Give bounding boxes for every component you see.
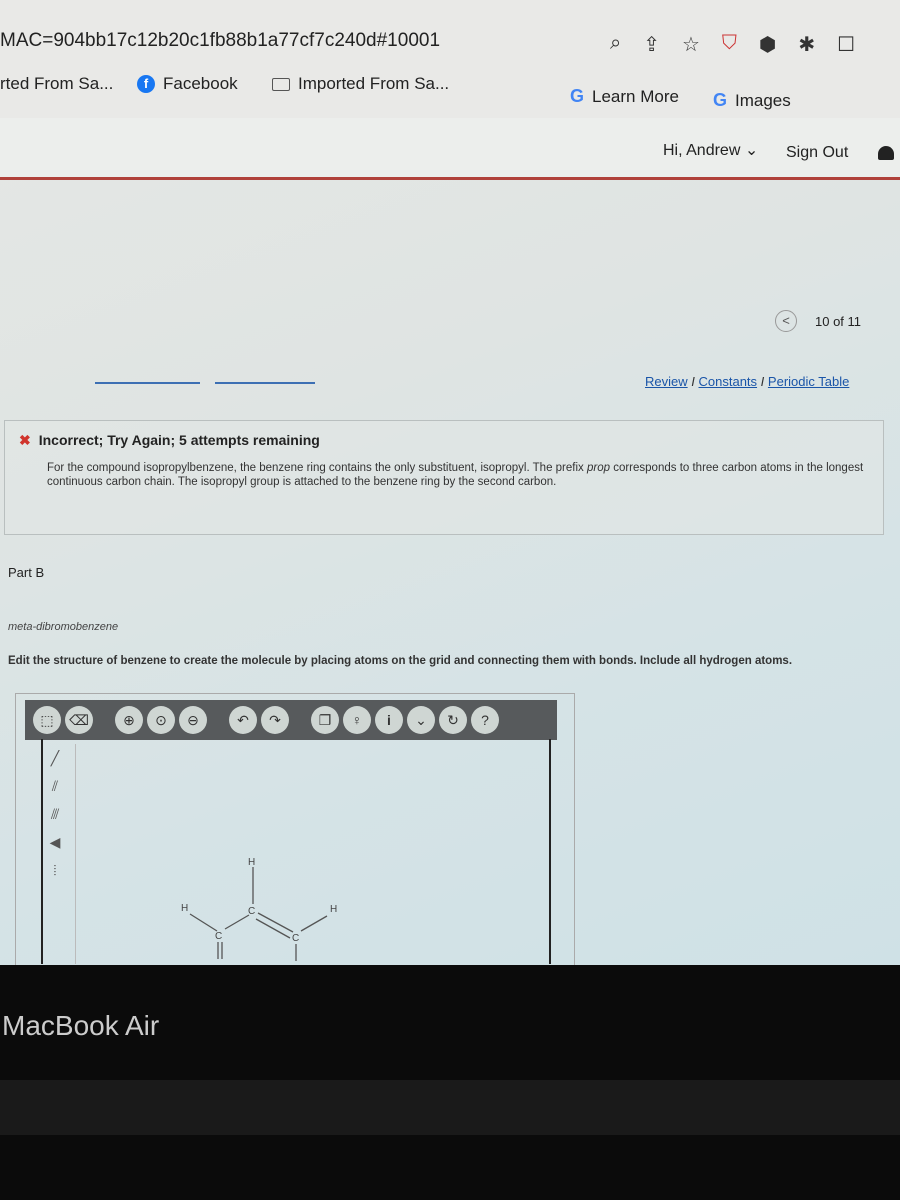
- bond: [189, 913, 218, 932]
- more-icon[interactable]: ⌄: [407, 706, 435, 734]
- bookmark-facebook[interactable]: f Facebook: [137, 74, 238, 94]
- search-icon[interactable]: ⌕: [610, 32, 621, 57]
- separator: I: [760, 374, 765, 389]
- info-icon[interactable]: i: [375, 706, 403, 734]
- bookmark-label: Imported From Sa...: [298, 74, 450, 93]
- bookmark-label: Learn More: [592, 86, 679, 106]
- zoom-in-icon[interactable]: ⊕: [115, 706, 143, 734]
- star-icon[interactable]: ☆: [682, 32, 700, 57]
- google-icon: G: [570, 86, 585, 106]
- feedback-title-text: Incorrect; Try Again; 5 attempts remaini…: [38, 432, 320, 448]
- device-label: MacBook Air: [2, 1010, 160, 1041]
- constants-link[interactable]: Constants: [699, 374, 758, 389]
- undo-icon[interactable]: ↶: [229, 706, 257, 734]
- hash-bond-icon[interactable]: ⦙: [44, 862, 66, 884]
- help-icon[interactable]: ?: [471, 706, 499, 734]
- shield-icon[interactable]: ⬢: [759, 32, 776, 57]
- separator: I: [691, 374, 695, 389]
- hint-icon[interactable]: ♀: [343, 706, 371, 734]
- pdf-icon[interactable]: ⛉: [722, 32, 737, 57]
- part-label: Part B: [8, 565, 45, 580]
- user-menu[interactable]: Hi, Andrew ⌄: [663, 140, 758, 160]
- atom-c: C: [248, 906, 255, 917]
- sign-out-link[interactable]: Sign Out: [786, 144, 848, 162]
- bond: [224, 914, 250, 930]
- bond: [300, 915, 328, 932]
- redo-icon[interactable]: ↷: [261, 706, 289, 734]
- folder-icon: [272, 77, 290, 91]
- facebook-icon: f: [137, 75, 155, 93]
- feedback-text: For the compound isopropylbenzene, the b…: [47, 462, 587, 474]
- close-x-icon: ✖: [19, 432, 31, 448]
- share-icon[interactable]: ⇪: [643, 32, 660, 57]
- copy-icon[interactable]: ❐: [311, 706, 339, 734]
- divider: [215, 382, 315, 384]
- eraser-icon[interactable]: ⌫: [65, 706, 93, 734]
- browser-chrome: MAC=904bb17c12b20c1fb88b1a77cf7c240d#100…: [0, 0, 900, 118]
- bookmark-imported-folder[interactable]: Imported From Sa...: [272, 74, 449, 94]
- zoom-fit-icon[interactable]: ⊙: [147, 706, 175, 734]
- atom-h: H: [330, 904, 337, 915]
- bookmark-label: rted From Sa...: [0, 74, 114, 93]
- bookmark-learn-more[interactable]: G Learn More: [570, 86, 679, 107]
- chevron-down-icon: ⌄: [744, 142, 759, 159]
- address-bar[interactable]: MAC=904bb17c12b20c1fb88b1a77cf7c240d#100…: [0, 30, 440, 52]
- google-icon: G: [713, 90, 728, 110]
- zoom-out-icon[interactable]: ⊖: [179, 706, 207, 734]
- puzzle-icon[interactable]: ✱: [798, 32, 815, 57]
- question-position: 10 of 11: [815, 313, 862, 329]
- previous-button[interactable]: <: [775, 310, 797, 332]
- triple-bond-icon[interactable]: ⫻: [44, 806, 66, 828]
- double-bond-icon[interactable]: ⫽: [44, 778, 66, 800]
- reset-icon[interactable]: ↻: [439, 706, 467, 734]
- keyboard-area: [0, 1080, 900, 1135]
- atom-h: H: [248, 857, 255, 868]
- bell-icon[interactable]: [878, 146, 894, 160]
- compound-name: meta-dibromobenzene: [8, 621, 119, 633]
- molecule-editor: ⬚ ⌫ ⊕ ⊙ ⊖ ↶ ↷ ❐ ♀ i ⌄ ↻ ? H H H C C C ╱ …: [15, 693, 575, 965]
- instructions: Edit the structure of benzene to create …: [8, 655, 793, 667]
- periodic-table-link[interactable]: Periodic Table: [768, 374, 849, 389]
- greeting: Hi, Andrew: [663, 142, 741, 159]
- feedback-box: ✖ Incorrect; Try Again; 5 attempts remain…: [4, 420, 884, 535]
- divider: [95, 382, 200, 384]
- bookmark-label: Facebook: [163, 74, 238, 93]
- feedback-body: For the compound isopropylbenzene, the b…: [47, 461, 867, 489]
- bookmark-images[interactable]: G Images: [713, 90, 791, 111]
- site-header: Hi, Andrew ⌄ Sign Out: [0, 118, 900, 180]
- resource-links: Review I Constants I Periodic Table: [645, 374, 849, 389]
- wedge-bond-icon[interactable]: ◀: [44, 834, 66, 856]
- laptop-bezel: MacBook Air: [0, 965, 900, 1200]
- atom-c: C: [292, 933, 299, 944]
- atom-h: H: [181, 903, 188, 914]
- select-icon[interactable]: ⬚: [33, 706, 61, 734]
- feedback-title: ✖ Incorrect; Try Again; 5 attempts remain…: [19, 432, 320, 449]
- single-bond-icon[interactable]: ╱: [44, 750, 66, 772]
- bookmark-imported[interactable]: rted From Sa...: [0, 74, 113, 94]
- window-icon[interactable]: ☐: [837, 32, 855, 57]
- drawing-canvas[interactable]: H H H C C C: [41, 739, 551, 964]
- feedback-emphasis: prop: [586, 462, 611, 474]
- editor-toolbar: ⬚ ⌫ ⊕ ⊙ ⊖ ↶ ↷ ❐ ♀ i ⌄ ↻ ?: [25, 700, 557, 740]
- review-link[interactable]: Review: [645, 374, 688, 389]
- laptop-screen: MAC=904bb17c12b20c1fb88b1a77cf7c240d#100…: [0, 0, 900, 965]
- question-nav: < 10 of 11: [775, 310, 861, 332]
- bookmark-label: Images: [735, 90, 791, 110]
- bond-tools: ╱ ⫽ ⫻ ◀ ⦙: [36, 744, 76, 964]
- molecule-structure: H H H C C C: [181, 857, 337, 961]
- browser-toolbar: ⌕ ⇪ ☆ ⛉ ⬢ ✱ ☐: [610, 32, 855, 57]
- atom-c: C: [215, 931, 222, 942]
